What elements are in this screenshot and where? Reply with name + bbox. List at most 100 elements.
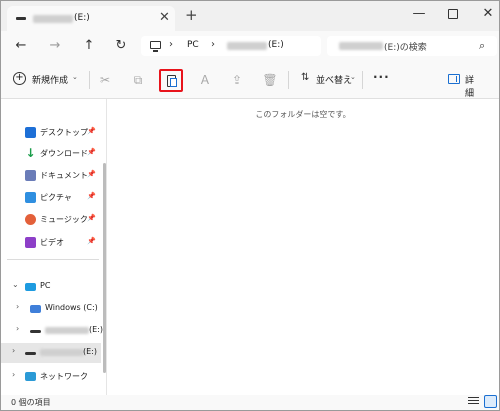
details-pane-icon [448,74,460,84]
more-options-button[interactable]: ··· [373,70,390,84]
collapse-icon[interactable]: ⌄ [12,280,19,289]
pin-icon: 📌 [87,170,96,178]
copy-button[interactable]: ⧉ [129,71,147,89]
refresh-button[interactable]: ↻ [113,38,129,53]
share-button[interactable]: ⇪ [228,71,246,89]
tab-drive-e[interactable]: (E:) ✕ [7,6,175,31]
sidebar-item-label: ピクチャ [40,193,72,202]
monitor-icon [150,41,161,52]
close-window-button[interactable]: ✕ [478,6,498,21]
sidebar-item-documents[interactable]: ドキュメント 📌 [1,166,101,186]
sidebar-item-label: (E:) [89,325,103,334]
sidebar-item-downloads[interactable]: ↓ ダウンロード 📌 [1,144,101,164]
sidebar-item-label: PC [40,281,51,290]
redacted-drive-name [339,42,383,50]
sidebar-item-label: (E:) [83,347,97,356]
cut-button[interactable]: ✂ [96,71,114,89]
breadcrumb-separator: › [211,39,215,50]
redacted-drive-name [33,15,73,23]
pin-icon: 📌 [87,214,96,222]
plus-circle-icon: + [13,72,26,85]
sidebar-item-label: ビデオ [40,238,64,247]
breadcrumb-pc[interactable]: PC [187,40,199,50]
expand-icon[interactable]: › [12,346,15,355]
empty-folder-message: このフォルダーは空です。 [255,110,351,119]
new-tab-button[interactable]: + [185,6,198,24]
pin-icon: 📌 [87,192,96,200]
rename-button[interactable]: Ａ [196,71,214,89]
sidebar-item-network[interactable]: › ネットワーク [1,367,101,387]
minimize-button[interactable]: — [409,6,429,21]
redacted-drive-name [227,42,267,50]
breadcrumb-separator: › [169,39,173,50]
sidebar-item-windows-c[interactable]: › Windows (C:) [1,299,101,319]
status-bar: 0 個の項目 [1,395,499,410]
sidebar-item-label: ミュージック [40,215,88,224]
title-bar: (E:) ✕ + — ✕ [1,1,499,31]
sidebar-item-label: デスクトップ [40,128,88,137]
chevron-down-icon: ⌄ [350,73,356,81]
address-bar[interactable]: › PC › (E:) [141,36,321,56]
details-view-button[interactable] [468,397,479,407]
sidebar-divider [7,259,99,260]
expand-icon[interactable]: › [12,370,15,379]
sidebar-item-desktop[interactable]: デスクトップ 📌 [1,123,101,143]
documents-icon [25,170,36,181]
tab-close-icon[interactable]: ✕ [159,10,170,25]
sidebar-item-label: ダウンロード [40,149,88,158]
breadcrumb-drive[interactable]: (E:) [268,40,284,50]
sort-label: 並べ替え [316,76,353,86]
file-explorer-window: (E:) ✕ + — ✕ ← → ↑ ↻ › PC › (E:) (E:)の検索… [0,0,500,411]
expand-icon[interactable]: › [16,324,19,333]
command-bar: + 新規作成 ⌄ ✂ ⧉ Ａ ⇪ 🗑 ⇅ 並べ替え ⌄ ··· 詳細 [1,61,499,99]
drive-icon [25,352,36,355]
videos-icon [25,237,36,248]
expand-icon[interactable]: › [16,302,19,311]
pictures-icon [25,192,36,203]
redacted-drive-name [45,327,89,334]
desktop-icon [25,127,36,138]
back-button[interactable]: ← [13,38,29,53]
search-icon: ⌕ [479,39,486,52]
drive-icon [30,330,41,333]
up-button[interactable]: ↑ [81,38,97,53]
sidebar-item-pc[interactable]: ⌄ PC [1,277,101,297]
sidebar-item-label: ドキュメント [40,171,88,180]
divider [89,71,90,89]
redacted-drive-name [40,349,84,356]
address-toolbar: ← → ↑ ↻ › PC › (E:) (E:)の検索 ⌕ [1,31,499,61]
paste-sheet-icon [170,78,177,87]
sidebar-scrollbar[interactable] [103,163,106,373]
sidebar-item-label: ネットワーク [40,372,88,381]
search-input[interactable]: (E:)の検索 ⌕ [327,36,497,56]
sidebar-item-label: Windows (C:) [45,303,98,312]
tiles-view-button[interactable] [484,395,497,408]
paste-button[interactable] [159,69,183,92]
file-list-pane[interactable]: このフォルダーは空です。 [107,99,499,395]
sidebar-item-drive-e[interactable]: › (E:) [1,343,101,363]
download-icon: ↓ [25,146,36,160]
pin-icon: 📌 [87,237,96,245]
forward-button[interactable]: → [47,38,63,53]
navigation-pane: デスクトップ 📌 ↓ ダウンロード 📌 ドキュメント 📌 ピクチャ 📌 ミュージ… [1,99,107,395]
maximize-icon [448,9,458,19]
new-label: 新規作成 [32,76,69,86]
pc-icon [25,283,36,291]
sidebar-item-pictures[interactable]: ピクチャ 📌 [1,188,101,208]
sidebar-item-music[interactable]: ミュージック 📌 [1,210,101,230]
pin-icon: 📌 [87,127,96,135]
delete-button[interactable]: 🗑 [261,71,279,89]
music-icon [25,214,36,225]
divider [362,71,363,89]
pin-icon: 📌 [87,148,96,156]
drive-icon [16,17,26,20]
chevron-down-icon: ⌄ [72,73,78,81]
item-count: 0 個の項目 [11,398,51,407]
sidebar-item-drive[interactable]: › (E:) [1,321,103,341]
windows-drive-icon [30,305,41,313]
network-icon [25,372,36,381]
divider [288,71,289,89]
details-label: 詳細 [465,76,475,99]
tab-label: (E:) [74,13,90,23]
sidebar-item-videos[interactable]: ビデオ 📌 [1,233,101,253]
